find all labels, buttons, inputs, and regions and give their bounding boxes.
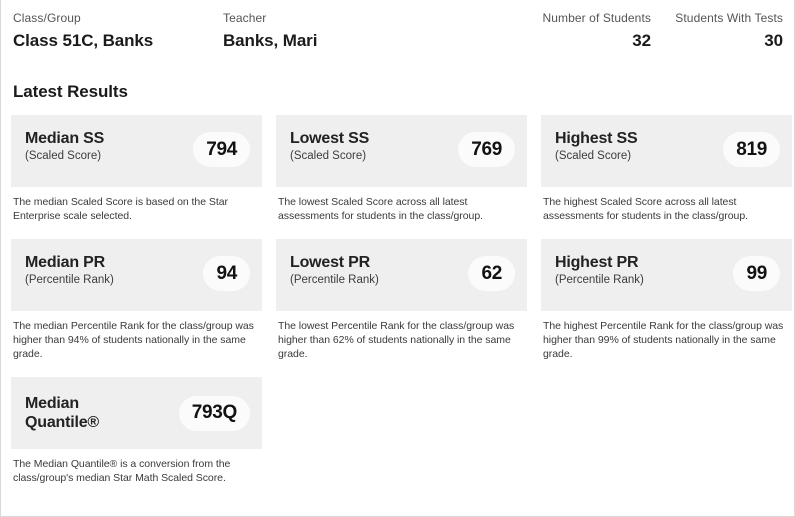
stat-card-value: 769	[458, 132, 515, 167]
stat-card-subtitle: (Percentile Rank)	[555, 274, 644, 286]
stat-card-value: 94	[203, 256, 250, 291]
results-row-scaled-score: Median SS (Scaled Score) 794 The median …	[11, 115, 792, 223]
stat-card-value: 794	[193, 132, 250, 167]
stat-card-lowest-ss: Lowest SS (Scaled Score) 769 The lowest …	[276, 115, 527, 223]
stat-card-header: Highest SS (Scaled Score) 819	[541, 115, 792, 187]
stat-card-median-pr: Median PR (Percentile Rank) 94 The media…	[11, 239, 262, 361]
header-field-number-of-students: Number of Students 32	[471, 11, 651, 52]
stat-card-titles: Lowest PR (Percentile Rank)	[290, 252, 379, 288]
stat-card-highest-pr: Highest PR (Percentile Rank) 99 The high…	[541, 239, 792, 361]
stat-card-title: Lowest SS	[290, 130, 370, 147]
stat-card-title: Median PR	[25, 254, 105, 271]
stat-card-subtitle: (Scaled Score)	[290, 150, 367, 162]
stat-card-median-quantile: Median Quantile® 793Q The Median Quantil…	[11, 377, 262, 485]
stat-card-description: The highest Scaled Score across all late…	[543, 196, 748, 222]
number-of-students-label: Number of Students	[542, 11, 651, 25]
stat-card-description: The Median Quantile® is a conversion fro…	[13, 458, 231, 484]
stat-card-titles: Median Quantile®	[25, 394, 130, 432]
results-row-percentile-rank: Median PR (Percentile Rank) 94 The media…	[11, 239, 792, 361]
stat-card-description: The highest Percentile Rank for the clas…	[543, 320, 784, 360]
results-row-quantile: Median Quantile® 793Q The Median Quantil…	[11, 377, 784, 485]
stat-card-header: Highest PR (Percentile Rank) 99	[541, 239, 792, 311]
stat-card-subtitle: (Percentile Rank)	[25, 274, 114, 286]
stat-card-subtitle: (Scaled Score)	[25, 150, 102, 162]
header-field-students-with-tests: Students With Tests 30	[661, 11, 783, 52]
number-of-students-value: 32	[632, 31, 651, 50]
header-field-teacher: Teacher Banks, Mari	[223, 11, 317, 52]
stat-card-header: Median Quantile® 793Q	[11, 377, 262, 449]
stat-card-titles: Highest PR (Percentile Rank)	[555, 252, 644, 288]
stat-card-header: Median PR (Percentile Rank) 94	[11, 239, 262, 311]
report-header: Class/Group Class 51C, Banks Teacher Ban…	[1, 0, 794, 66]
stat-card-title: Median Quantile®	[25, 395, 99, 431]
stat-card-header: Lowest PR (Percentile Rank) 62	[276, 239, 527, 311]
stat-card-titles: Median SS (Scaled Score)	[25, 128, 104, 164]
stat-card-description: The lowest Percentile Rank for the class…	[278, 320, 515, 360]
stat-card-header: Median SS (Scaled Score) 794	[11, 115, 262, 187]
stat-card-title: Median SS	[25, 130, 105, 147]
stat-card-lowest-pr: Lowest PR (Percentile Rank) 62 The lowes…	[276, 239, 527, 361]
stat-card-titles: Median PR (Percentile Rank)	[25, 252, 114, 288]
stat-card-value: 99	[733, 256, 780, 291]
stat-card-header: Lowest SS (Scaled Score) 769	[276, 115, 527, 187]
latest-results-report: Class/Group Class 51C, Banks Teacher Ban…	[0, 0, 795, 517]
stat-card-description: The median Scaled Score is based on the …	[13, 196, 228, 222]
teacher-value: Banks, Mari	[223, 31, 318, 50]
stat-card-value: 62	[468, 256, 515, 291]
stat-card-value: 819	[723, 132, 780, 167]
stat-card-description: The median Percentile Rank for the class…	[13, 320, 254, 360]
header-field-class-group: Class/Group Class 51C, Banks	[13, 11, 153, 52]
class-group-value: Class 51C, Banks	[13, 31, 154, 50]
students-with-tests-label: Students With Tests	[675, 11, 783, 25]
stat-card-subtitle: (Percentile Rank)	[290, 274, 379, 286]
stat-card-median-ss: Median SS (Scaled Score) 794 The median …	[11, 115, 262, 223]
stat-card-titles: Lowest SS (Scaled Score)	[290, 128, 369, 164]
class-group-label: Class/Group	[13, 11, 81, 25]
students-with-tests-value: 30	[764, 31, 783, 50]
stat-card-title: Highest PR	[555, 254, 639, 271]
page-title: Latest Results	[13, 82, 128, 101]
stat-card-title: Lowest PR	[290, 254, 370, 271]
stat-card-title: Highest SS	[555, 130, 638, 147]
stat-card-value: 793Q	[178, 395, 250, 431]
results-card-grid: Median SS (Scaled Score) 794 The median …	[11, 115, 792, 501]
stat-card-description: The lowest Scaled Score across all lates…	[278, 196, 483, 222]
stat-card-subtitle: (Scaled Score)	[555, 150, 632, 162]
stat-card-highest-ss: Highest SS (Scaled Score) 819 The highes…	[541, 115, 792, 223]
stat-card-titles: Highest SS (Scaled Score)	[555, 128, 638, 164]
teacher-label: Teacher	[223, 11, 267, 25]
